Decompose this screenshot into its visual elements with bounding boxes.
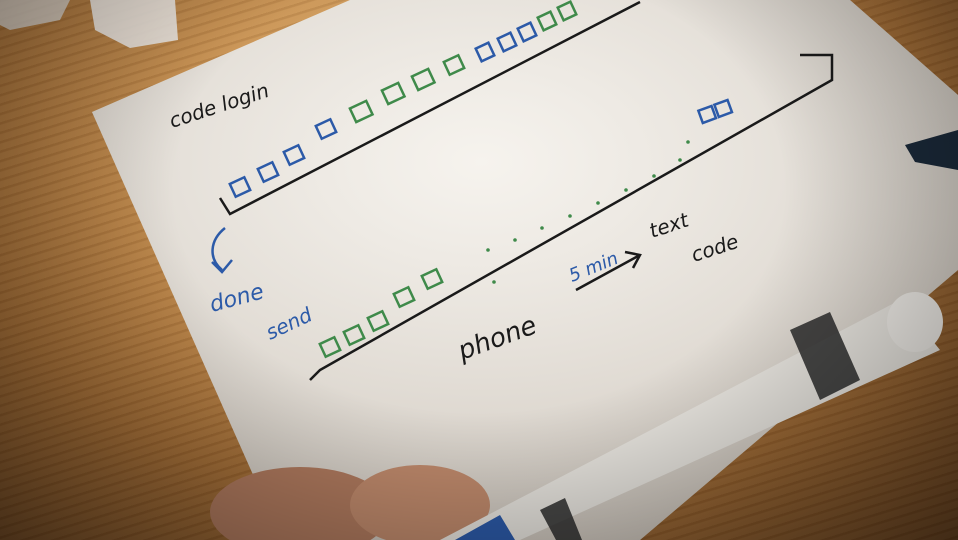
tissue	[90, 0, 178, 48]
paper-scrap	[0, 0, 70, 30]
sketch-canvas: code login done send phone 5 min text co…	[0, 0, 958, 540]
photo-scene: code login done send phone 5 min text co…	[0, 0, 958, 540]
